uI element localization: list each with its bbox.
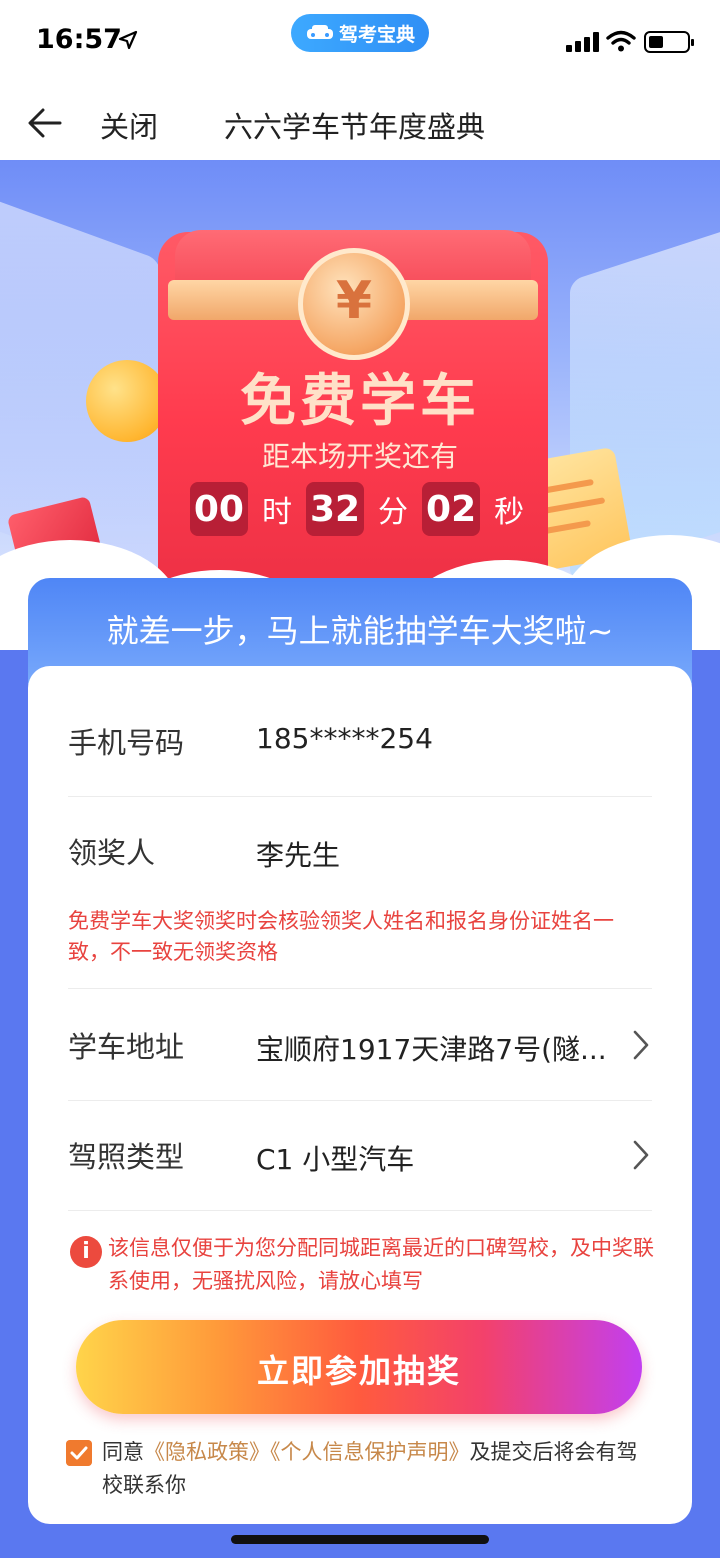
divider	[68, 796, 652, 797]
back-arrow-icon[interactable]	[26, 106, 64, 140]
wifi-icon	[606, 30, 636, 52]
status-bar: 16:57 驾考宝典	[0, 0, 720, 86]
yuan-coin-icon: ¥	[298, 248, 410, 360]
winner-name-field[interactable]: 李先生	[256, 834, 340, 874]
personal-info-link[interactable]: 《个人信息保护声明》	[270, 1440, 470, 1464]
countdown-hours-unit: 时	[261, 495, 292, 530]
chevron-right-icon[interactable]	[630, 1028, 652, 1062]
nav-bar: 关闭 六六学车节年度盛典	[0, 86, 720, 160]
chevron-right-icon[interactable]	[630, 1138, 652, 1172]
car-icon	[306, 25, 333, 39]
checkbox-checked-icon[interactable]	[66, 1440, 92, 1466]
lottery-form-card: 手机号码 185*****254 领奖人 李先生 免费学车大奖领奖时会核验领奖人…	[28, 666, 692, 1524]
countdown-minutes-unit: 分	[378, 495, 409, 530]
agreement-prefix: 同意	[102, 1440, 144, 1464]
hero-banner: ¥ 免费学车 距本场开奖还有 00 时 32 分 02 秒	[0, 160, 720, 650]
hero-title: 免费学车	[240, 369, 480, 434]
join-lottery-button[interactable]: 立即参加抽奖	[76, 1320, 642, 1414]
phone-value[interactable]: 185*****254	[256, 722, 433, 755]
hero-subtitle: 距本场开奖还有	[261, 440, 458, 473]
app-badge-label: 驾考宝典	[338, 23, 415, 46]
divider	[68, 1210, 652, 1211]
winner-warning: 免费学车大奖领奖时会核验领奖人姓名和报名身份证姓名一致，不一致无领奖资格	[68, 909, 614, 964]
address-value[interactable]: 宝顺府1917天津路7号(隧...	[256, 1028, 607, 1068]
app-badge[interactable]: 驾考宝典	[291, 14, 429, 52]
home-indicator[interactable]	[231, 1535, 489, 1544]
location-arrow-icon	[118, 30, 138, 50]
countdown-seconds: 02	[422, 482, 481, 536]
status-time: 16:57	[36, 24, 122, 55]
divider	[68, 988, 652, 989]
promo-banner-text: 就差一步，马上就能抽学车大奖啦~	[106, 612, 614, 650]
countdown-timer: 00 时 32 分 02 秒	[0, 482, 720, 536]
info-icon: i	[70, 1236, 102, 1268]
winner-row[interactable]: 领奖人 李先生	[68, 830, 652, 872]
privacy-policy-link[interactable]: 《隐私政策》	[144, 1440, 270, 1464]
address-row[interactable]: 学车地址 宝顺府1917天津路7号(隧...	[68, 1024, 652, 1066]
battery-icon	[644, 31, 694, 53]
license-label: 驾照类型	[68, 1140, 185, 1174]
phone-row[interactable]: 手机号码 185*****254	[68, 720, 652, 760]
agreement-text: 同意《隐私政策》《个人信息保护声明》及提交后将会有驾校联系你	[102, 1436, 658, 1502]
page-title: 六六学车节年度盛典	[224, 110, 486, 144]
countdown-minutes: 32	[305, 482, 365, 536]
countdown-hours: 00	[189, 482, 248, 536]
phone-label: 手机号码	[68, 726, 185, 760]
license-value[interactable]: C1 小型汽车	[256, 1138, 414, 1178]
divider	[68, 1100, 652, 1101]
address-label: 学车地址	[68, 1030, 185, 1064]
info-notice-text: 该信息仅便于为您分配同城距离最近的口碑驾校，及中奖联系使用，无骚扰风险，请放心填…	[108, 1236, 654, 1293]
countdown-seconds-unit: 秒	[494, 495, 525, 530]
license-row[interactable]: 驾照类型 C1 小型汽车	[68, 1134, 652, 1176]
join-lottery-button-label: 立即参加抽奖	[256, 1352, 461, 1390]
close-button[interactable]: 关闭	[100, 104, 158, 146]
signal-icon	[566, 32, 599, 52]
winner-label: 领奖人	[68, 836, 156, 870]
